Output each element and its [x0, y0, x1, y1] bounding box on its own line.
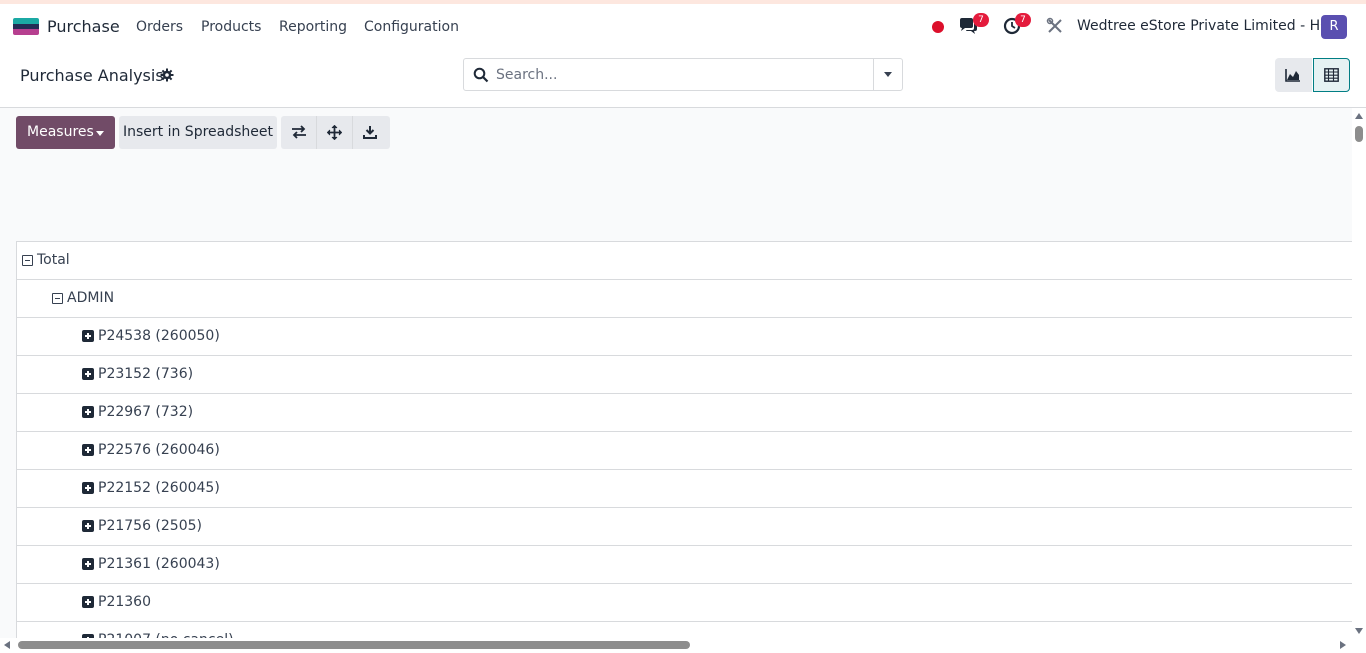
pivot-row-header[interactable]: Total [22, 252, 70, 268]
graph-view-button[interactable] [1275, 58, 1312, 92]
pivot-row-header[interactable]: P21361 (260043) [82, 556, 220, 572]
expand-icon[interactable] [82, 596, 94, 608]
messages-count-badge: 7 [973, 13, 989, 27]
insert-in-spreadsheet-button[interactable]: Insert in Spreadsheet [119, 116, 277, 149]
pivot-row-header[interactable]: ADMIN [52, 290, 114, 306]
expand-all-button[interactable] [317, 116, 353, 149]
search-input[interactable] [496, 63, 866, 87]
download-icon [363, 126, 377, 139]
pivot-row[interactable]: P21756 (2505) [16, 508, 1352, 546]
download-button[interactable] [353, 116, 389, 149]
pivot-row-label: P24538 (260050) [98, 328, 220, 344]
expand-all-icon [327, 125, 342, 140]
pivot-row-header[interactable]: P22152 (260045) [82, 480, 220, 496]
pivot-row-label: Total [37, 252, 70, 268]
pivot-row[interactable]: P24538 (260050) [16, 318, 1352, 356]
expand-icon[interactable] [82, 558, 94, 570]
vertical-scrollbar[interactable] [1352, 108, 1366, 638]
pivot-row-header[interactable]: P22576 (260046) [82, 442, 220, 458]
scroll-right-arrow-icon[interactable] [1340, 641, 1346, 649]
scroll-up-arrow-icon[interactable] [1355, 113, 1363, 119]
scroll-left-arrow-icon[interactable] [4, 641, 10, 649]
pivot-row-label: P21360 [98, 594, 151, 610]
expand-icon[interactable] [82, 368, 94, 380]
page-title: Purchase Analysis [20, 66, 164, 85]
horizontal-scroll-thumb[interactable] [18, 641, 690, 649]
menu-orders[interactable]: Orders [136, 19, 183, 35]
graph-view-icon [1285, 69, 1300, 82]
expand-icon[interactable] [82, 406, 94, 418]
pivot-row[interactable]: P21007 (no cancel) [16, 622, 1352, 638]
menu-configuration[interactable]: Configuration [364, 19, 459, 35]
recording-indicator-icon[interactable] [932, 21, 944, 33]
pivot-content-area: Measures Insert in Spreadsheet Total ADMI… [0, 108, 1352, 638]
pivot-row[interactable]: P21361 (260043) [16, 546, 1352, 584]
purchase-app-logo-icon[interactable] [13, 18, 39, 35]
company-switcher[interactable]: Wedtree eStore Private Limited - HO [1077, 18, 1331, 34]
pivot-row-label: P22152 (260045) [98, 480, 220, 496]
pivot-row[interactable]: P22967 (732) [16, 394, 1352, 432]
pivot-row[interactable]: P23152 (736) [16, 356, 1352, 394]
expand-icon[interactable] [82, 444, 94, 456]
pivot-row-header[interactable]: P21756 (2505) [82, 518, 202, 534]
control-panel: Purchase Analysis [0, 50, 1366, 108]
pivot-row-label: ADMIN [67, 290, 115, 306]
collapse-icon[interactable] [52, 292, 63, 304]
pivot-view-icon [1324, 68, 1339, 82]
pivot-row-label: P21756 (2505) [98, 518, 202, 534]
pivot-row-label: P23152 (736) [98, 366, 194, 382]
pivot-table: Total ADMIN P24538 (260050) P23152 (736) P22… [16, 241, 1352, 638]
expand-icon[interactable] [82, 482, 94, 494]
search-options-toggle[interactable] [873, 59, 902, 90]
pivot-row[interactable]: ADMIN [16, 280, 1352, 318]
user-avatar[interactable]: R [1321, 15, 1347, 39]
pivot-row[interactable]: P22576 (260046) [16, 432, 1352, 470]
flip-axis-icon [292, 125, 306, 139]
pivot-view-button[interactable] [1313, 58, 1350, 92]
menu-products[interactable]: Products [201, 19, 261, 35]
pivot-row-header[interactable]: P24538 (260050) [82, 328, 220, 344]
pivot-row-header[interactable]: P22967 (732) [82, 404, 193, 420]
menu-reporting[interactable]: Reporting [279, 19, 347, 35]
scroll-down-arrow-icon[interactable] [1355, 628, 1363, 634]
vertical-scroll-thumb[interactable] [1355, 126, 1363, 142]
pivot-row-label: P22967 (732) [98, 404, 194, 420]
measures-dropdown-button[interactable]: Measures [16, 116, 115, 149]
flip-axis-button[interactable] [281, 116, 317, 149]
search-icon [473, 67, 489, 83]
pivot-tools-group [281, 116, 390, 149]
search-bar [463, 58, 903, 91]
horizontal-scrollbar[interactable] [0, 638, 1352, 653]
pivot-row-label: P21361 (260043) [98, 556, 220, 572]
pivot-row[interactable]: Total [16, 242, 1352, 280]
pivot-row[interactable]: P22152 (260045) [16, 470, 1352, 508]
pivot-row-header[interactable]: P23152 (736) [82, 366, 193, 382]
collapse-icon[interactable] [22, 254, 33, 266]
app-name[interactable]: Purchase [47, 17, 120, 36]
scrollbar-corner [1352, 638, 1366, 653]
pivot-row-header[interactable]: P21360 [82, 594, 151, 610]
activities-count-badge: 7 [1015, 13, 1031, 27]
tools-icon[interactable] [1046, 17, 1068, 37]
expand-icon[interactable] [82, 330, 94, 342]
main-navbar: Purchase Orders Products Reporting Confi… [0, 4, 1366, 50]
pivot-row[interactable]: P21360 [16, 584, 1352, 622]
expand-icon[interactable] [82, 520, 94, 532]
gear-icon[interactable] [160, 67, 174, 82]
pivot-row-label: P22576 (260046) [98, 442, 220, 458]
